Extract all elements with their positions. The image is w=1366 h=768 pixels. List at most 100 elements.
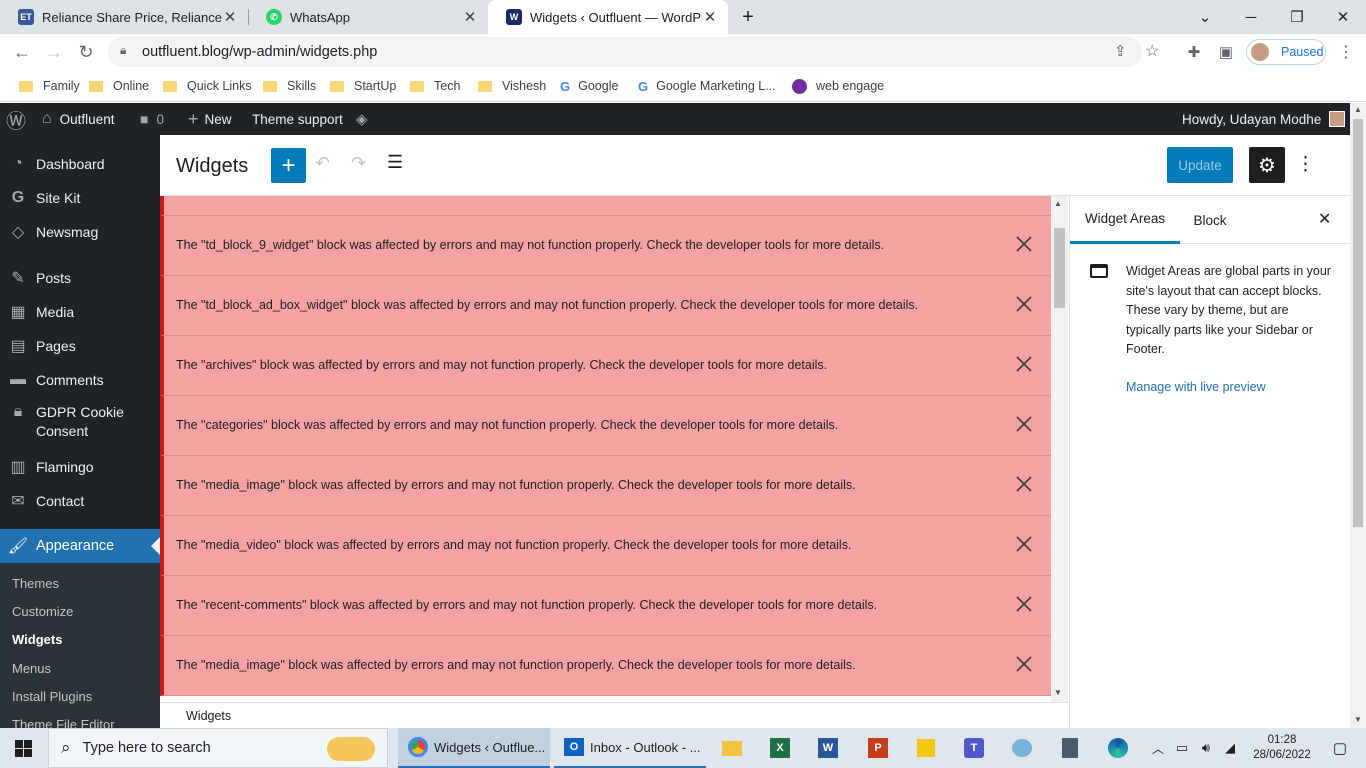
sidebar-item-newsmag[interactable]: ◇ Newsmag xyxy=(0,221,160,243)
sidebar-item-flamingo[interactable]: ▥ Flamingo xyxy=(0,456,160,478)
page-scrollbar[interactable]: ▲ ▼ xyxy=(1350,103,1366,728)
close-notice-icon[interactable] xyxy=(1014,354,1034,374)
network-icon[interactable]: ◢ xyxy=(1220,728,1240,768)
close-notice-icon[interactable] xyxy=(1014,474,1034,494)
submenu-install-plugins[interactable]: Install Plugins xyxy=(12,689,92,704)
paint-icon[interactable] xyxy=(1002,728,1042,768)
sidebar-item-contact[interactable]: ✉ Contact xyxy=(0,490,160,512)
volume-icon[interactable]: 🔊︎ xyxy=(1196,728,1216,768)
url-text[interactable]: outfluent.blog/wp-admin/widgets.php xyxy=(142,44,377,60)
close-notice-icon[interactable] xyxy=(1014,654,1034,674)
browser-tab[interactable]: ✆ WhatsApp ✕ xyxy=(248,0,488,34)
submenu-widgets[interactable]: Widgets xyxy=(12,632,62,647)
side-panel-icon[interactable]: ▣ xyxy=(1212,38,1240,66)
options-menu-icon[interactable]: ⋮ xyxy=(1296,153,1315,176)
clock[interactable]: 01:28 28/06/2022 xyxy=(1250,728,1314,768)
close-notice-icon[interactable] xyxy=(1014,534,1034,554)
sidebar-item-comments[interactable]: ▬ Comments xyxy=(0,369,160,391)
close-window-button[interactable]: ✕ xyxy=(1320,0,1366,34)
site-name-link[interactable]: ⌂ Outfluent xyxy=(42,103,114,135)
close-notice-icon[interactable] xyxy=(1014,594,1034,614)
new-content-link[interactable]: + New xyxy=(188,103,232,135)
content-scrollbar[interactable]: ▲ ▼ xyxy=(1051,196,1068,702)
bookmark-item[interactable]: Skills xyxy=(263,76,316,96)
excel-icon[interactable]: X xyxy=(760,728,800,768)
bookmark-item[interactable]: G Google Marketing L... xyxy=(638,76,776,96)
close-tab-icon[interactable]: ✕ xyxy=(462,8,478,26)
forward-button[interactable]: → xyxy=(40,38,68,66)
tray-chevron-icon[interactable]: ︿ xyxy=(1150,728,1166,768)
taskbar-search-box[interactable]: ⌕ Type here to search xyxy=(48,728,388,768)
live-preview-link[interactable]: Manage with live preview xyxy=(1126,380,1266,394)
bookmark-item[interactable]: web engage xyxy=(792,76,884,96)
submenu-themes[interactable]: Themes xyxy=(12,576,59,591)
redo-icon[interactable]: ↷ xyxy=(351,153,366,174)
sidebar-item-gdpr[interactable]: 🔒︎ GDPR Cookie Consent xyxy=(0,403,160,445)
close-notice-icon[interactable] xyxy=(1014,414,1034,434)
submenu-customize[interactable]: Customize xyxy=(12,604,73,619)
sidebar-item-appearance[interactable]: 🖌︎ Appearance xyxy=(0,529,160,563)
taskbar-app-outlook[interactable]: O Inbox - Outlook - ... xyxy=(554,728,706,768)
submenu-theme-file-editor[interactable]: Theme File Editor xyxy=(12,717,115,728)
diamond-icon[interactable]: ◈ xyxy=(356,103,368,135)
tab-widget-areas[interactable]: Widget Areas xyxy=(1070,196,1180,244)
bookmark-star-icon[interactable]: ☆ xyxy=(1145,41,1159,61)
lock-icon[interactable]: 🔒︎ xyxy=(120,43,126,58)
chrome-menu-icon[interactable]: ⋮ xyxy=(1332,38,1360,66)
bookmark-item[interactable]: Family xyxy=(19,76,80,96)
browser-tab-active[interactable]: W Widgets ‹ Outfluent — WordPres ✕ xyxy=(488,0,728,34)
battery-icon[interactable]: ▭ xyxy=(1172,728,1192,768)
close-panel-icon[interactable]: ✕ xyxy=(1318,209,1331,229)
comments-link[interactable]: ■ 0 xyxy=(140,103,164,135)
profile-button[interactable]: Paused xyxy=(1246,39,1326,65)
bookmark-item[interactable]: Quick Links xyxy=(163,76,252,96)
word-icon[interactable]: W xyxy=(808,728,848,768)
teams-icon[interactable]: T xyxy=(954,728,994,768)
browser-tab[interactable]: ET Reliance Share Price, Reliance Sto ✕ xyxy=(0,0,248,34)
close-tab-icon[interactable]: ✕ xyxy=(222,8,238,26)
scrollbar-thumb[interactable] xyxy=(1353,119,1363,527)
back-button[interactable]: ← xyxy=(8,38,36,66)
sticky-notes-icon[interactable] xyxy=(906,728,946,768)
minimize-button[interactable]: ─ xyxy=(1228,0,1274,34)
breadcrumb[interactable]: Widgets xyxy=(186,709,231,723)
edge-icon[interactable] xyxy=(1098,728,1138,768)
my-account-link[interactable]: Howdy, Udayan Modhe xyxy=(1182,103,1346,135)
theme-support-link[interactable]: Theme support xyxy=(252,103,343,135)
submenu-menus[interactable]: Menus xyxy=(12,661,51,676)
share-icon[interactable]: ⇪ xyxy=(1114,42,1127,60)
bookmark-item[interactable]: G Google xyxy=(560,76,618,96)
sidebar-item-media[interactable]: ▦ Media xyxy=(0,301,160,323)
notifications-icon[interactable]: ▢ xyxy=(1320,728,1360,768)
tab-block[interactable]: Block xyxy=(1180,196,1240,244)
tab-search-chevron-icon[interactable]: ⌄ xyxy=(1182,0,1228,34)
scrollbar-thumb[interactable] xyxy=(1054,228,1065,308)
sidebar-item-site-kit[interactable]: G Site Kit xyxy=(0,187,160,209)
bookmark-item[interactable]: Vishesh xyxy=(478,76,546,96)
extensions-icon[interactable]: ✚ xyxy=(1180,38,1208,66)
update-button[interactable]: Update xyxy=(1167,147,1233,183)
bookmark-item[interactable]: Tech xyxy=(410,76,460,96)
add-block-button[interactable]: + xyxy=(271,148,306,183)
new-tab-button[interactable]: + xyxy=(733,0,763,34)
undo-icon[interactable]: ↶ xyxy=(315,153,330,174)
close-notice-icon[interactable] xyxy=(1014,234,1034,254)
settings-gear-icon[interactable]: ⚙ xyxy=(1249,147,1285,183)
powerpoint-icon[interactable]: P xyxy=(858,728,898,768)
sidebar-item-dashboard[interactable]: ◔ Dashboard xyxy=(0,153,160,175)
omnibox[interactable]: 🔒︎ outfluent.blog/wp-admin/widgets.php ⇪… xyxy=(108,37,1159,67)
wordpress-logo-icon[interactable]: Ⓦ xyxy=(6,103,26,135)
taskbar-app-chrome[interactable]: Widgets ‹ Outflue... xyxy=(398,728,550,768)
list-view-icon[interactable]: ☰ xyxy=(387,152,403,173)
windows-start-icon[interactable] xyxy=(0,728,46,768)
file-explorer-icon[interactable] xyxy=(712,728,752,768)
close-tab-icon[interactable]: ✕ xyxy=(702,8,718,26)
bookmark-item[interactable]: Online xyxy=(89,76,149,96)
sidebar-item-posts[interactable]: ✎ Posts xyxy=(0,267,160,289)
sidebar-item-pages[interactable]: ▤ Pages xyxy=(0,335,160,357)
reload-button[interactable]: ↻ xyxy=(72,38,100,66)
close-notice-icon[interactable] xyxy=(1014,294,1034,314)
calculator-icon[interactable] xyxy=(1050,728,1090,768)
restore-button[interactable]: ❐ xyxy=(1274,0,1320,34)
bookmark-item[interactable]: StartUp xyxy=(330,76,396,96)
